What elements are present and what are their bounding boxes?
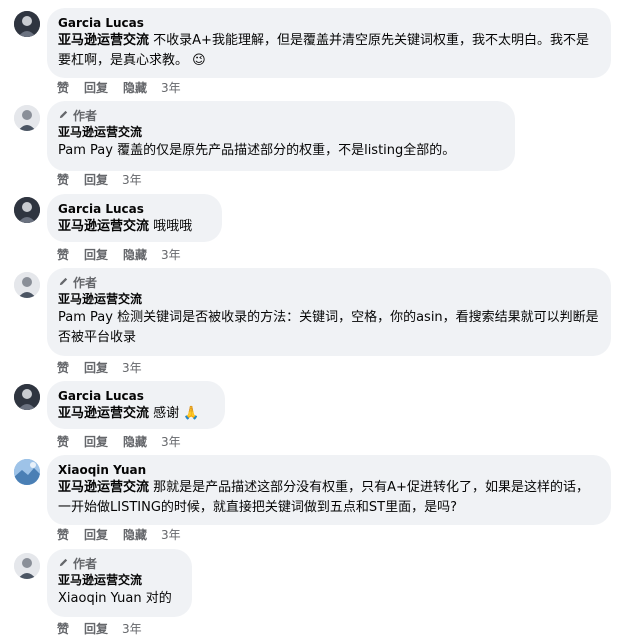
comment-bubble: Garcia Lucas 亚马逊运营交流 不收录A+我能理解，但是覆盖并清空原先… xyxy=(47,8,611,78)
comment-body: 对的 xyxy=(145,591,172,606)
reply-button[interactable]: 回复 xyxy=(84,434,108,450)
page-name[interactable]: 亚马逊运营交流 xyxy=(58,572,180,589)
hide-button[interactable]: 隐藏 xyxy=(123,434,147,450)
avatar[interactable] xyxy=(14,384,40,410)
like-button[interactable]: 赞 xyxy=(57,247,69,263)
page-name[interactable]: 亚马逊运营交流 xyxy=(58,124,503,141)
comment-author[interactable]: Garcia Lucas xyxy=(58,388,213,404)
comment-bubble: Garcia Lucas 亚马逊运营交流 感谢 🙏 xyxy=(47,381,225,429)
mention[interactable]: Pam Pay xyxy=(58,143,113,158)
comment-timestamp[interactable]: 3年 xyxy=(161,527,181,543)
comment-text: 亚马逊运营交流 感谢 🙏 xyxy=(58,404,213,424)
comment-text: 亚马逊运营交流 那就是是产品描述这部分没有权重，只有A+促进转化了，如果是这样的… xyxy=(58,478,599,518)
author-badge-label: 作者 xyxy=(73,109,98,123)
author-badge-label: 作者 xyxy=(73,557,98,571)
comment-actions: 赞 回复 3年 xyxy=(57,360,142,376)
author-badge: 作者 xyxy=(58,556,180,572)
author-badge: 作者 xyxy=(58,108,503,124)
page-name[interactable]: 亚马逊运营交流 xyxy=(58,406,149,421)
reply-button[interactable]: 回复 xyxy=(84,172,108,188)
mention[interactable]: Pam Pay xyxy=(58,310,113,325)
comment-actions: 赞 回复 隐藏 3年 xyxy=(57,80,181,96)
comment-text: 亚马逊运营交流 哦哦哦 xyxy=(58,217,210,237)
avatar[interactable] xyxy=(14,459,40,485)
like-button[interactable]: 赞 xyxy=(57,172,69,188)
comment-body: 哦哦哦 xyxy=(153,219,193,234)
reply-button[interactable]: 回复 xyxy=(84,80,108,96)
author-badge: 作者 xyxy=(58,275,599,291)
comment-actions: 赞 回复 隐藏 3年 xyxy=(57,434,181,450)
avatar[interactable] xyxy=(14,197,40,223)
comment-body: 感谢 xyxy=(153,406,180,421)
avatar[interactable] xyxy=(14,105,40,131)
like-button[interactable]: 赞 xyxy=(57,621,69,637)
comment-body: 检测关键词是否被收录的方法：关键词，空格，你的asin，看搜索结果就可以判断是否… xyxy=(58,310,599,345)
comment-text: Pam Pay 检测关键词是否被收录的方法：关键词，空格，你的asin，看搜索结… xyxy=(58,308,599,348)
comment-bubble: 作者 亚马逊运营交流 Pam Pay 检测关键词是否被收录的方法：关键词，空格，… xyxy=(47,268,611,356)
comment-text: Pam Pay 覆盖的仅是原先产品描述部分的权重，不是listing全部的。 xyxy=(58,141,503,161)
pencil-icon xyxy=(58,556,69,572)
page-name[interactable]: 亚马逊运营交流 xyxy=(58,219,149,234)
wink-emoji-icon: 😉 xyxy=(192,53,206,68)
comment-timestamp[interactable]: 3年 xyxy=(161,247,181,263)
comment-text: Xiaoqin Yuan 对的 xyxy=(58,589,180,609)
page-name[interactable]: 亚马逊运营交流 xyxy=(58,291,599,308)
pencil-icon xyxy=(58,108,69,124)
like-button[interactable]: 赞 xyxy=(57,360,69,376)
hide-button[interactable]: 隐藏 xyxy=(123,247,147,263)
comment-bubble: 作者 亚马逊运营交流 Pam Pay 覆盖的仅是原先产品描述部分的权重，不是li… xyxy=(47,101,515,171)
hide-button[interactable]: 隐藏 xyxy=(123,80,147,96)
comment-author[interactable]: Xiaoqin Yuan xyxy=(58,462,599,478)
comment-actions: 赞 回复 3年 xyxy=(57,172,142,188)
avatar[interactable] xyxy=(14,272,40,298)
comment-timestamp[interactable]: 3年 xyxy=(161,434,181,450)
like-button[interactable]: 赞 xyxy=(57,80,69,96)
author-badge-label: 作者 xyxy=(73,276,98,290)
comment-bubble: Garcia Lucas 亚马逊运营交流 哦哦哦 xyxy=(47,194,222,242)
page-name[interactable]: 亚马逊运营交流 xyxy=(58,480,149,495)
praying-hands-emoji-icon: 🙏 xyxy=(183,406,200,421)
comment-author[interactable]: Garcia Lucas xyxy=(58,201,210,217)
avatar[interactable] xyxy=(14,553,40,579)
page-name[interactable]: 亚马逊运营交流 xyxy=(58,33,149,48)
pencil-icon xyxy=(58,275,69,291)
comment-actions: 赞 回复 隐藏 3年 xyxy=(57,527,181,543)
reply-button[interactable]: 回复 xyxy=(84,360,108,376)
like-button[interactable]: 赞 xyxy=(57,434,69,450)
comment-timestamp[interactable]: 3年 xyxy=(122,172,142,188)
reply-button[interactable]: 回复 xyxy=(84,527,108,543)
avatar[interactable] xyxy=(14,11,40,37)
mention[interactable]: Xiaoqin Yuan xyxy=(58,591,142,606)
like-button[interactable]: 赞 xyxy=(57,527,69,543)
comment-text: 亚马逊运营交流 不收录A+我能理解，但是覆盖并清空原先关键词权重，我不太明白。我… xyxy=(58,31,599,71)
comment-timestamp[interactable]: 3年 xyxy=(161,80,181,96)
comment-author[interactable]: Garcia Lucas xyxy=(58,15,599,31)
comment-actions: 赞 回复 隐藏 3年 xyxy=(57,247,181,263)
comment-timestamp[interactable]: 3年 xyxy=(122,621,142,637)
hide-button[interactable]: 隐藏 xyxy=(123,527,147,543)
comment-bubble: 作者 亚马逊运营交流 Xiaoqin Yuan 对的 xyxy=(47,549,192,617)
comment-actions: 赞 回复 3年 xyxy=(57,621,142,637)
reply-button[interactable]: 回复 xyxy=(84,247,108,263)
reply-button[interactable]: 回复 xyxy=(84,621,108,637)
comment-bubble: Xiaoqin Yuan 亚马逊运营交流 那就是是产品描述这部分没有权重，只有A… xyxy=(47,455,611,525)
comment-timestamp[interactable]: 3年 xyxy=(122,360,142,376)
comment-body: 覆盖的仅是原先产品描述部分的权重，不是listing全部的。 xyxy=(117,143,456,158)
